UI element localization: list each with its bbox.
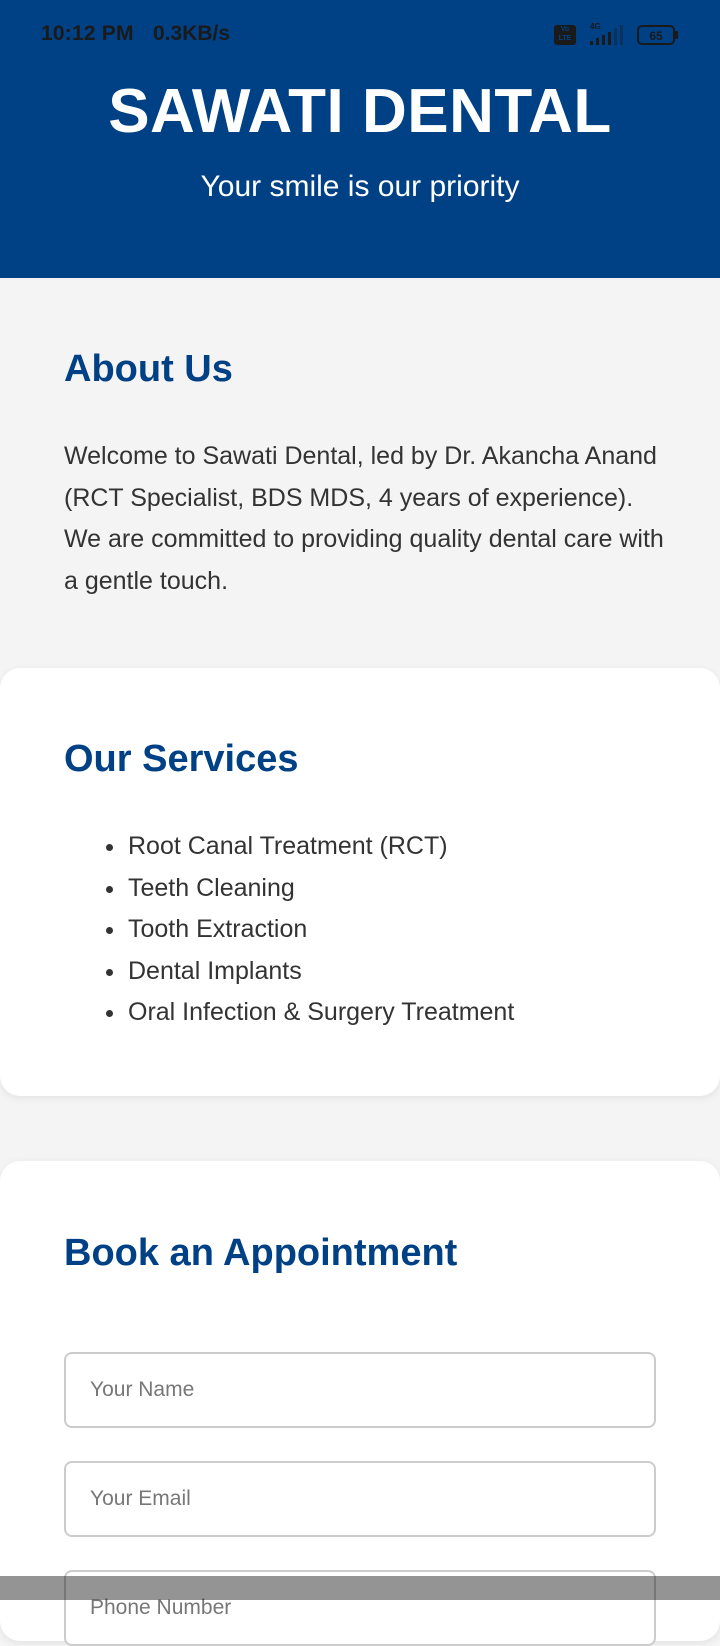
service-item: Oral Infection & Surgery Treatment — [106, 992, 515, 1034]
site-tagline: Your smile is our priority — [200, 170, 520, 203]
services-list: Root Canal Treatment (RCT) Teeth Cleanin… — [106, 826, 515, 1034]
bullet-icon — [106, 968, 113, 976]
status-time: 10:12 PM — [41, 22, 134, 45]
status-bar: 10:12 PM 0.3KB/s Vo LTE 4G 65 — [0, 0, 720, 70]
service-item: Teeth Cleaning — [106, 868, 514, 910]
volte-label-bottom: LTE — [558, 35, 572, 42]
name-input[interactable] — [64, 1352, 656, 1428]
battery-icon: 65 — [637, 25, 678, 45]
signal-icon: 4G — [590, 22, 623, 45]
site-title: SAWATI DENTAL — [108, 77, 612, 146]
about-text: Welcome to Sawati Dental, led by Dr. Aka… — [64, 442, 664, 595]
services-heading: Our Services — [64, 738, 299, 780]
bullet-icon — [106, 885, 113, 893]
service-item-label: Teeth Cleaning — [128, 873, 295, 902]
service-item: Root Canal Treatment (RCT) — [106, 826, 514, 868]
network-type-label: 4G — [590, 22, 601, 31]
battery-level: 65 — [649, 29, 663, 43]
bullet-icon — [106, 1010, 113, 1017]
service-item: Dental Implants — [106, 951, 514, 993]
volte-label-top: Vo — [560, 26, 570, 33]
service-item-label: Root Canal Treatment (RCT) — [128, 832, 448, 860]
bullet-icon — [106, 844, 113, 851]
email-input[interactable] — [64, 1461, 656, 1537]
service-item-label: Oral Infection & Surgery Treatment — [128, 998, 515, 1026]
service-item-label: Tooth Extraction — [128, 915, 308, 943]
appointment-heading: Book an Appointment — [64, 1232, 458, 1274]
service-item: Tooth Extraction — [106, 909, 514, 951]
bullet-icon — [106, 927, 113, 934]
service-item-label: Dental Implants — [128, 956, 302, 985]
system-nav-overlay — [0, 1576, 720, 1600]
volte-icon: Vo LTE — [554, 25, 576, 45]
site-header: 10:12 PM 0.3KB/s Vo LTE 4G 65 SAWATI DEN… — [0, 0, 720, 278]
network-speed: 0.3KB/s — [153, 22, 231, 45]
about-heading: About Us — [64, 348, 233, 390]
